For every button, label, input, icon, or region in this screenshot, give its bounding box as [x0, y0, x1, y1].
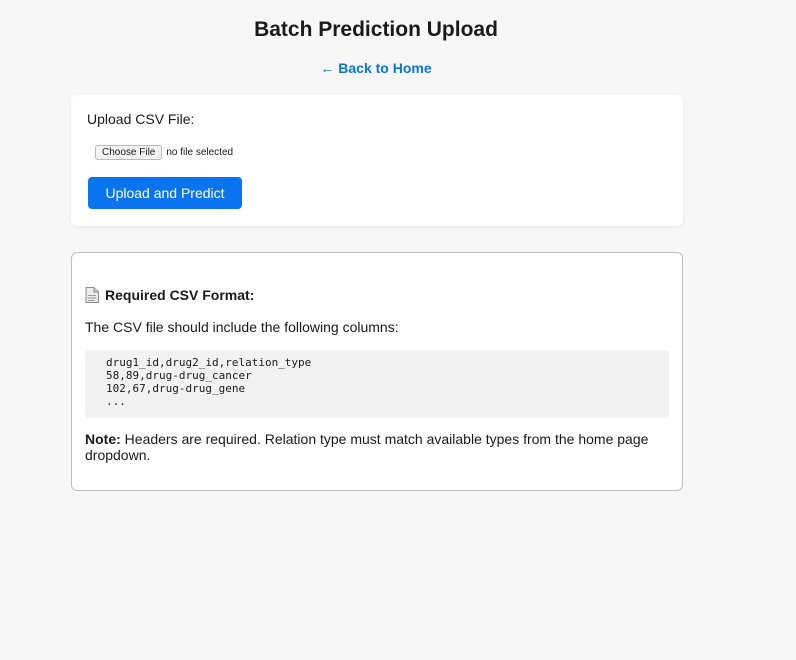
- format-heading: Required CSV Format:: [85, 287, 254, 303]
- note-label: Note:: [85, 431, 121, 447]
- csv-example-code: drug1_id,drug2_id,relation_type 58,89,dr…: [85, 350, 669, 418]
- code-line: 102,67,drug-drug_gene: [106, 382, 246, 395]
- page-title: Batch Prediction Upload: [254, 18, 498, 41]
- file-status: no file selected: [166, 147, 234, 158]
- format-intro: The CSV file should include the followin…: [85, 319, 399, 335]
- format-heading-text: Required CSV Format:: [105, 287, 255, 303]
- format-note: Note: Headers are required. Relation typ…: [85, 431, 675, 463]
- format-info-card: Required CSV Format: The CSV file should…: [71, 252, 683, 491]
- back-to-home-link[interactable]: ← Back to Home: [320, 60, 431, 76]
- choose-file-button[interactable]: Choose File: [95, 145, 163, 160]
- file-input[interactable]: Choose File no file selected: [95, 145, 233, 160]
- code-line: ...: [106, 395, 126, 408]
- back-to-home-container: ← Back to Home: [0, 60, 752, 76]
- upload-label: Upload CSV File:: [87, 111, 195, 127]
- document-icon: [85, 287, 99, 303]
- code-line: drug1_id,drug2_id,relation_type: [106, 356, 312, 369]
- upload-card: Upload CSV File: Choose File no file sel…: [71, 95, 683, 226]
- upload-and-predict-button[interactable]: Upload and Predict: [88, 177, 242, 209]
- code-line: 58,89,drug-drug_cancer: [106, 369, 252, 382]
- note-text: Headers are required. Relation type must…: [85, 431, 649, 463]
